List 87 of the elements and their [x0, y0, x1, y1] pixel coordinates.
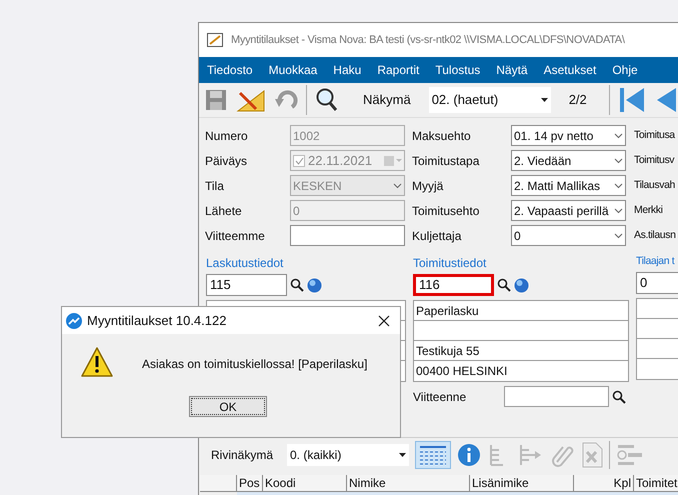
chevron-down-icon [393, 182, 402, 188]
dropdown-field[interactable]: 0 [511, 225, 626, 246]
input-field: KESKEN [290, 175, 405, 196]
chevron-down-icon [614, 232, 623, 238]
menu-item[interactable]: Tulostus [435, 61, 480, 79]
checkmark-icon [294, 156, 304, 164]
window-title: Myyntitilaukset - Visma Nova: BA testi (vs-sr-ntk02 \\VISMA.LOCAL\DFS\NOVADATA\ [231, 32, 625, 48]
dropdown-field[interactable]: 2. Vapaasti perillä [511, 200, 626, 221]
chevron-down-icon [614, 208, 623, 214]
column-header[interactable]: Nimike [347, 475, 470, 492]
column-header[interactable]: Koodi [263, 475, 347, 492]
field-label: Toimitustapa [412, 152, 480, 170]
ok-button[interactable]: OK [189, 396, 267, 417]
chevron-down-icon [614, 158, 623, 164]
input-field: 22.11.2021 [290, 150, 405, 171]
field-label: Tila [205, 178, 225, 194]
dropdown-field[interactable]: 01. 14 pv netto [511, 125, 626, 146]
field-label: Merkki [634, 202, 663, 218]
menu-item[interactable]: Asetukset [544, 61, 596, 79]
row-view-label: Rivinäkymä [211, 446, 274, 464]
dialog-title: Myyntitilaukset 10.4.122 [87, 312, 228, 330]
chevron-down-icon [614, 132, 623, 138]
address-line: Testikuja 55 [416, 342, 480, 360]
menu-item[interactable]: Tiedosto [207, 61, 253, 79]
input-field: 0 [290, 200, 405, 221]
section-heading: Tilaajan t [636, 254, 676, 269]
chevron-down-icon [614, 182, 623, 188]
menu-item[interactable]: Raportit [377, 61, 420, 79]
field-label: Kuljettaja [412, 228, 462, 244]
search-icon[interactable] [290, 278, 304, 292]
field-label: Toimitusv [634, 152, 674, 168]
window-app-icon [207, 33, 223, 47]
row-view-dropdown[interactable]: 0. (kaikki) [287, 444, 409, 466]
field-label: Viitteemme [205, 228, 266, 244]
column-header[interactable]: Lisänimike [470, 475, 574, 492]
field-label: Tilausvah [634, 178, 675, 193]
undo-icon[interactable] [274, 89, 298, 111]
customer-field[interactable]: 115 [206, 274, 287, 296]
input-field[interactable] [504, 386, 609, 407]
menu-item[interactable]: Haku [333, 61, 362, 79]
search-icon[interactable] [497, 278, 511, 292]
record-counter: 2/2 [568, 91, 587, 110]
first-record-icon[interactable] [618, 85, 646, 115]
info-icon[interactable] [457, 442, 481, 466]
field-label: Toimitusa [634, 128, 675, 143]
menu-item[interactable]: Näytä [496, 61, 528, 79]
search-icon[interactable] [315, 87, 339, 113]
input-field: 1002 [290, 125, 405, 146]
field-label: Toimitusehto [412, 202, 480, 220]
app-logo-icon [66, 312, 82, 328]
column-header[interactable]: Toimitet [634, 475, 678, 492]
dropdown-field[interactable]: 2. Viedään [511, 150, 626, 171]
field-label: Myyjä [412, 178, 444, 194]
field-label: Päiväys [205, 152, 248, 170]
address-line: Paperilasku [416, 302, 479, 320]
view-label: Näkymä [363, 91, 411, 110]
warning-icon [80, 346, 114, 378]
menu-item[interactable]: Muokkaa [268, 61, 318, 79]
caret-icon [540, 98, 548, 102]
input-field[interactable] [290, 225, 405, 246]
menu-item[interactable]: Ohje [612, 61, 638, 79]
column-header[interactable] [200, 475, 237, 492]
customer-field[interactable]: 0 [636, 272, 678, 294]
globe-icon[interactable] [514, 278, 529, 292]
add-row-icon[interactable] [616, 442, 644, 466]
field-label: As.tilausn [634, 228, 676, 243]
field-label: Numero [205, 128, 249, 144]
save-icon[interactable] [204, 88, 228, 112]
field-label: Lähete [205, 202, 243, 220]
globe-icon[interactable] [307, 278, 322, 292]
column-header[interactable]: Kpl [574, 475, 634, 492]
section-heading: Laskutustiedot [206, 255, 284, 272]
dialog-message: Asiakas on toimituskiellossa! [Paperilasku] [142, 356, 368, 373]
dropdown-field[interactable]: 2. Matti Mallikas [511, 175, 626, 196]
spreadsheet-icon[interactable] [581, 442, 603, 468]
field-label: Maksuehto [412, 128, 472, 144]
search-icon[interactable] [612, 390, 626, 404]
section-heading: Toimitustiedot [413, 255, 488, 272]
caret-icon [399, 452, 406, 456]
field-label: Viitteenne [413, 388, 468, 406]
grid-view-icon[interactable] [415, 440, 451, 468]
view-dropdown[interactable]: 02. (haetut) [428, 87, 551, 113]
column-header[interactable]: Pos [237, 475, 263, 492]
ruler-pencil-icon[interactable] [236, 87, 266, 113]
close-icon[interactable] [378, 314, 390, 326]
address-line: 00400 HELSINKI [416, 363, 508, 380]
customer-field[interactable]: 116 [413, 274, 494, 296]
